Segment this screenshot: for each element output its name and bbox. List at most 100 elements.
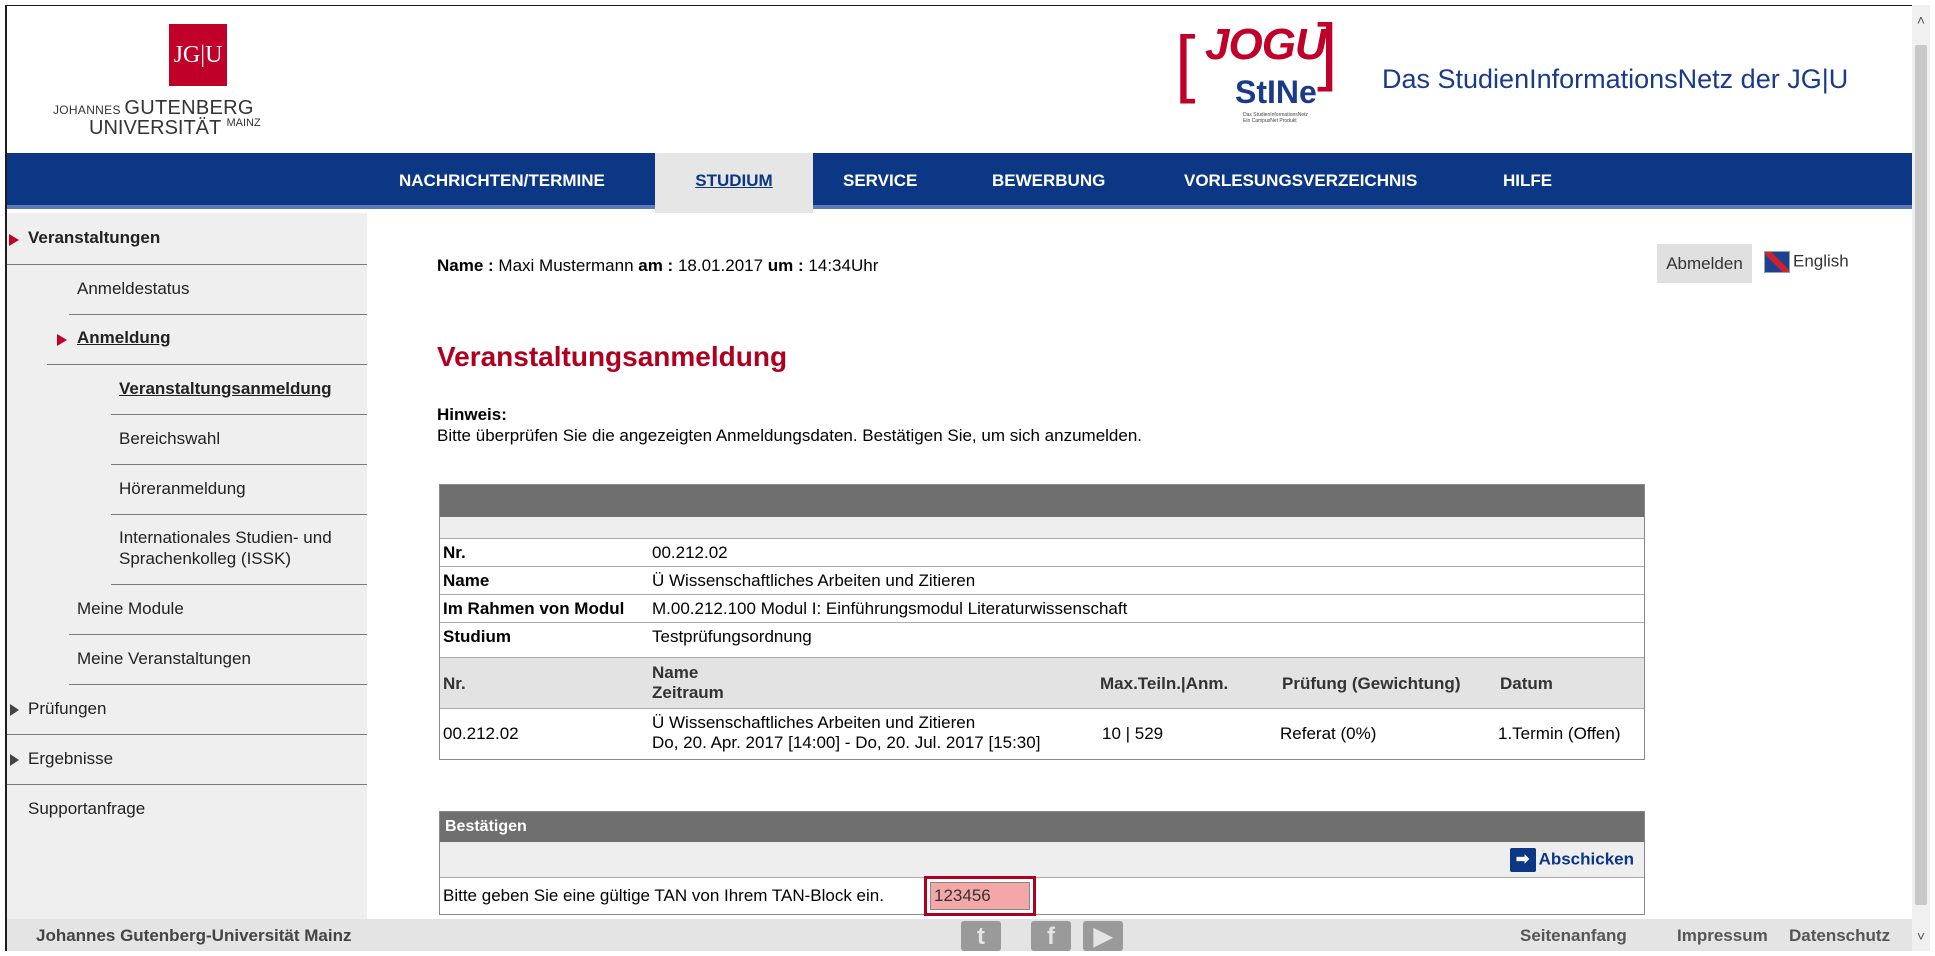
page-title: Veranstaltungsanmeldung xyxy=(437,341,788,372)
tan-input[interactable] xyxy=(924,876,1036,916)
col-header-pruefung: Prüfung (Gewichtung) xyxy=(1282,674,1461,693)
scroll-down-icon[interactable]: ˅ xyxy=(1912,927,1930,945)
sidebar-item-label: Veranstaltungen xyxy=(28,228,161,247)
youtube-icon[interactable]: ▶ xyxy=(1083,921,1123,951)
sidebar-item-label: Bereichswahl xyxy=(119,429,221,448)
stine-logo-subtitle: Das StudienInformationsNetz Ein CampusNet… xyxy=(1243,112,1308,124)
sidebar-item-label: Anmeldung xyxy=(77,328,171,347)
stine-logo[interactable]: [ ] JOGU StINe Das StudienInformationsNe… xyxy=(1175,14,1345,142)
sidebar-item-label: Internationales Studien- und xyxy=(119,528,332,547)
footer-link-seitenanfang[interactable]: Seitenanfang xyxy=(1520,926,1627,946)
logout-button[interactable]: Abmelden xyxy=(1657,244,1752,283)
tan-label: Bitte geben Sie eine gültige TAN von Ihr… xyxy=(443,886,884,905)
sidebar-item-pruefungen[interactable]: Prüfungen xyxy=(7,685,367,735)
sidebar-item-label: Meine Veranstaltungen xyxy=(77,649,251,668)
login-date: 18.01.2017 xyxy=(677,256,764,275)
cell-zeitraum: Do, 20. Apr. 2017 [14:00] - Do, 20. Jul.… xyxy=(652,733,1041,752)
tan-row: Bitte geben Sie eine gültige TAN von Ihr… xyxy=(440,876,1644,916)
sidebar-item-label: Anmeldestatus xyxy=(77,279,190,298)
scroll-thumb[interactable] xyxy=(1915,45,1927,905)
cell-max: 10 | 529 xyxy=(1102,724,1164,743)
sidebar-item-label-line2: Sprachenkolleg (ISSK) xyxy=(119,549,291,568)
bracket-left-icon: [ xyxy=(1175,21,1196,104)
nav-vorlesungsverzeichnis[interactable]: VORLESUNGSVERZEICHNIS xyxy=(1184,153,1417,209)
footer-university: Johannes Gutenberg-Universität Mainz xyxy=(36,926,352,945)
col-header-max: Max.Teiln.|Anm. xyxy=(1100,674,1229,693)
jgu-logo-line2-big: UNIVERSITÄT xyxy=(89,117,221,139)
scroll-up-icon[interactable]: ˄ xyxy=(1912,11,1930,29)
detail-row-nr: Nr. 00.212.02 xyxy=(440,539,1644,567)
col-header-name: Name xyxy=(652,663,699,682)
uk-flag-icon xyxy=(1764,251,1790,273)
site-header: JG|U JOHANNES GUTENBERG UNIVERSITÄT MAIN… xyxy=(7,6,1912,153)
sidebar-item-meine-module[interactable]: Meine Module xyxy=(69,585,367,635)
cell-datum: 1.Termin (Offen) xyxy=(1498,724,1621,743)
detail-key: Nr. xyxy=(443,543,466,562)
jgu-logo-line1-big: GUTENBERG xyxy=(124,97,254,119)
sidebar-item-bereichswahl[interactable]: Bereichswahl xyxy=(111,415,367,465)
user-name: Maxi Mustermann xyxy=(498,256,634,275)
sidebar-item-supportanfrage[interactable]: Supportanfrage xyxy=(7,785,367,835)
main-nav: NACHRICHTEN/TERMINE STUDIUM SERVICE BEWE… xyxy=(7,153,1912,213)
detail-value: Ü Wissenschaftliches Arbeiten und Zitier… xyxy=(652,571,976,590)
detail-value: M.00.212.100 Modul I: Einführungsmodul L… xyxy=(652,599,1128,618)
vertical-scrollbar[interactable]: ˄ ˅ xyxy=(1912,5,1930,951)
sidebar: Veranstaltungen Anmeldestatus Anmeldung … xyxy=(7,213,367,919)
sidebar-item-anmeldestatus[interactable]: Anmeldestatus xyxy=(69,265,367,315)
jgu-logo-line2: UNIVERSITÄT MAINZ xyxy=(89,117,261,140)
sidebar-item-meine-veranstaltungen[interactable]: Meine Veranstaltungen xyxy=(69,635,367,685)
sidebar-item-veranstaltungsanmeldung[interactable]: Veranstaltungsanmeldung xyxy=(111,365,367,415)
jgu-logo-box: JG|U xyxy=(169,24,227,86)
name-label: Name : xyxy=(437,256,494,275)
sidebar-item-label: Supportanfrage xyxy=(28,799,146,818)
main-content: Name : Maxi Mustermann am : 18.01.2017 u… xyxy=(367,213,1912,919)
panel-subheader xyxy=(440,517,1644,539)
twitter-icon[interactable]: t xyxy=(961,921,1001,951)
university-logo[interactable]: JG|U JOHANNES GUTENBERG UNIVERSITÄT MAIN… xyxy=(41,24,281,139)
stine-logo-stine: StINe xyxy=(1235,74,1317,110)
col-header-zeitraum: Zeitraum xyxy=(652,683,724,702)
expanded-arrow-icon xyxy=(9,234,19,246)
sidebar-item-veranstaltungen[interactable]: Veranstaltungen xyxy=(7,213,367,265)
date-label: am : xyxy=(638,256,674,275)
sidebar-item-label: Höreranmeldung xyxy=(119,479,246,498)
sidebar-item-hoereranmeldung[interactable]: Höreranmeldung xyxy=(111,465,367,515)
nav-hilfe[interactable]: HILFE xyxy=(1503,153,1552,209)
detail-row-modul: Im Rahmen von Modul M.00.212.100 Modul I… xyxy=(440,595,1644,623)
col-header-datum: Datum xyxy=(1500,674,1553,693)
facebook-icon[interactable]: f xyxy=(1031,921,1071,951)
confirm-panel-header: Bestätigen xyxy=(440,812,1644,842)
sidebar-item-label: Meine Module xyxy=(77,599,184,618)
arrow-right-icon: ➡ xyxy=(1509,848,1536,872)
sidebar-item-issk[interactable]: Internationales Studien- und Sprachenkol… xyxy=(111,515,367,585)
detail-value: 00.212.02 xyxy=(652,543,728,562)
sidebar-item-label: Prüfungen xyxy=(28,699,107,718)
hint-text: Bitte überprüfen Sie die angezeigten Anm… xyxy=(437,426,1143,445)
detail-value: Testprüfungsordnung xyxy=(652,627,812,646)
site-footer: Johannes Gutenberg-Universität Mainz t f… xyxy=(7,919,1912,951)
cell-pruefung: Referat (0%) xyxy=(1280,724,1377,743)
panel-header xyxy=(440,485,1644,517)
table-row: 00.212.02 Ü Wissenschaftliches Arbeiten … xyxy=(440,709,1644,759)
sidebar-item-anmeldung[interactable]: Anmeldung xyxy=(47,315,367,365)
nav-studium[interactable]: STUDIUM xyxy=(655,153,813,213)
browser-window: JG|U JOHANNES GUTENBERG UNIVERSITÄT MAIN… xyxy=(5,5,1912,951)
language-label: English xyxy=(1793,251,1849,271)
site-title: Das StudienInformationsNetz der JG|U xyxy=(1382,64,1849,94)
cell-name: Ü Wissenschaftliches Arbeiten und Zitier… xyxy=(652,713,976,732)
jgu-logo-line1-small: JOHANNES xyxy=(53,103,121,117)
footer-link-datenschutz[interactable]: Datenschutz xyxy=(1789,926,1890,946)
registration-details-panel: Nr. 00.212.02 Name Ü Wissenschaftliches … xyxy=(439,484,1645,760)
footer-link-impressum[interactable]: Impressum xyxy=(1677,926,1768,946)
nav-service[interactable]: SERVICE xyxy=(843,153,917,209)
submit-button[interactable]: ➡ Abschicken xyxy=(1509,848,1634,872)
user-info: Name : Maxi Mustermann am : 18.01.2017 u… xyxy=(437,256,878,276)
stine-sub2: Ein CampusNet Produkt xyxy=(1243,118,1297,124)
sidebar-item-ergebnisse[interactable]: Ergebnisse xyxy=(7,735,367,785)
course-table-header: Nr. Name Zeitraum Max.Teiln.|Anm. Prüfun… xyxy=(440,657,1644,709)
sidebar-item-label: Veranstaltungsanmeldung xyxy=(119,379,332,398)
nav-nachrichten-termine[interactable]: NACHRICHTEN/TERMINE xyxy=(399,153,605,209)
language-switch[interactable]: English xyxy=(1764,251,1849,273)
nav-bewerbung[interactable]: BEWERBUNG xyxy=(992,153,1105,209)
col-header-nr: Nr. xyxy=(443,674,466,693)
